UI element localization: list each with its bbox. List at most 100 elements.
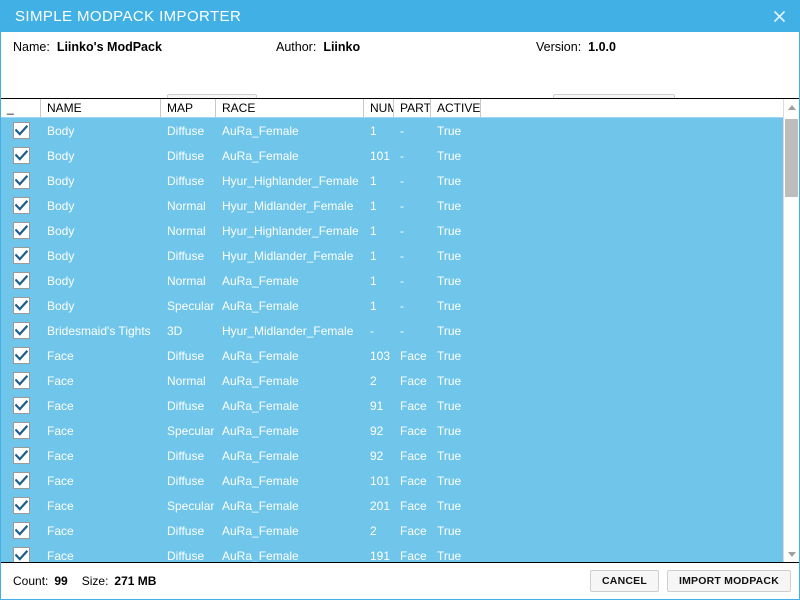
scroll-down-icon[interactable] <box>784 546 799 562</box>
checkbox-checked-icon[interactable] <box>12 472 30 489</box>
cell-race: Hyur_Midlander_Female <box>222 323 354 338</box>
table-row[interactable]: Face Diffuse AuRa_Female 2 Face True <box>1 518 799 543</box>
table-scrollbar[interactable] <box>783 99 799 562</box>
column-header-part[interactable]: PART <box>394 99 431 117</box>
checkbox-checked-icon[interactable] <box>12 322 30 339</box>
modpack-version-value: 1.0.0 <box>588 40 616 54</box>
row-checkbox[interactable] <box>1 147 41 164</box>
checkbox-checked-icon[interactable] <box>12 397 30 414</box>
cell-race: Hyur_Highlander_Female <box>222 223 359 238</box>
scrollbar-track[interactable] <box>784 115 799 546</box>
cell-num: 1 <box>370 223 377 238</box>
cell-map: Normal <box>167 373 206 388</box>
row-checkbox[interactable] <box>1 172 41 189</box>
checkbox-checked-icon[interactable] <box>12 497 30 514</box>
checkbox-checked-icon[interactable] <box>12 297 30 314</box>
checkbox-checked-icon[interactable] <box>12 347 30 364</box>
cell-name: Face <box>47 523 74 538</box>
row-checkbox[interactable] <box>1 472 41 489</box>
cell-num: 191 <box>370 548 391 563</box>
checkbox-checked-icon[interactable] <box>12 522 30 539</box>
cell-num: 1 <box>370 298 377 313</box>
row-checkbox[interactable] <box>1 497 41 514</box>
scrollbar-thumb[interactable] <box>785 119 798 197</box>
row-checkbox[interactable] <box>1 322 41 339</box>
column-header-active[interactable]: ACTIVE <box>431 99 481 117</box>
scroll-up-icon[interactable] <box>784 99 799 115</box>
checkbox-checked-icon[interactable] <box>12 247 30 264</box>
modpack-version-field: Version: 1.0.0 <box>536 40 616 54</box>
table-row[interactable]: Face Specular AuRa_Female 92 Face True <box>1 418 799 443</box>
table-row[interactable]: Face Specular AuRa_Female 201 Face True <box>1 493 799 518</box>
table-row[interactable]: Bridesmaid's Tights 3D Hyur_Midlander_Fema… <box>1 318 799 343</box>
cancel-button[interactable]: CANCEL <box>590 569 659 593</box>
table-row[interactable]: Face Diffuse AuRa_Female 91 Face True <box>1 393 799 418</box>
row-checkbox[interactable] <box>1 547 41 562</box>
table-row[interactable]: Body Diffuse Hyur_Midlander_Female 1 - True <box>1 243 799 268</box>
table-row[interactable]: Body Normal Hyur_Highlander_Female 1 - True <box>1 218 799 243</box>
cell-part: Face <box>400 398 427 413</box>
close-icon[interactable] <box>759 1 799 32</box>
cell-active: True <box>437 498 462 513</box>
checkbox-checked-icon[interactable] <box>12 172 30 189</box>
row-checkbox[interactable] <box>1 247 41 264</box>
checkbox-checked-icon[interactable] <box>12 222 30 239</box>
cell-race: AuRa_Female <box>222 548 299 563</box>
table-row[interactable]: Face Diffuse AuRa_Female 191 Face True <box>1 543 799 562</box>
cell-active: True <box>437 473 462 488</box>
checkbox-checked-icon[interactable] <box>12 197 30 214</box>
table-row[interactable]: Body Diffuse Hyur_Highlander_Female 1 - True <box>1 168 799 193</box>
row-checkbox[interactable] <box>1 297 41 314</box>
checkbox-checked-icon[interactable] <box>12 122 30 139</box>
table-row[interactable]: Body Normal AuRa_Female 1 - True <box>1 268 799 293</box>
row-checkbox[interactable] <box>1 372 41 389</box>
checkbox-checked-icon[interactable] <box>12 372 30 389</box>
table-row[interactable]: Body Diffuse AuRa_Female 1 - True <box>1 118 799 143</box>
row-checkbox[interactable] <box>1 347 41 364</box>
table-row[interactable]: Face Diffuse AuRa_Female 101 Face True <box>1 468 799 493</box>
import-modpack-button[interactable]: IMPORT MODPACK <box>666 569 791 593</box>
column-header-name[interactable]: NAME <box>41 99 161 117</box>
cell-name: Body <box>47 148 75 163</box>
cell-active: True <box>437 548 462 563</box>
row-checkbox[interactable] <box>1 422 41 439</box>
column-header-map[interactable]: MAP <box>161 99 216 117</box>
cell-map: Normal <box>167 198 206 213</box>
table-row[interactable]: Body Normal Hyur_Midlander_Female 1 - True <box>1 193 799 218</box>
row-checkbox[interactable] <box>1 222 41 239</box>
table-row[interactable]: Face Normal AuRa_Female 2 Face True <box>1 368 799 393</box>
cell-race: AuRa_Female <box>222 498 299 513</box>
cell-name: Body <box>47 223 75 238</box>
row-checkbox[interactable] <box>1 272 41 289</box>
checkbox-checked-icon[interactable] <box>12 147 30 164</box>
cell-part: - <box>400 248 404 263</box>
table-row[interactable]: Body Diffuse AuRa_Female 101- True <box>1 143 799 168</box>
modpack-version-label: Version: <box>536 40 582 54</box>
checkbox-checked-icon[interactable] <box>12 272 30 289</box>
cell-race: Hyur_Midlander_Female <box>222 248 354 263</box>
table-row[interactable]: Face Diffuse AuRa_Female 92 Face True <box>1 443 799 468</box>
cell-race: Hyur_Highlander_Female <box>222 173 359 188</box>
column-header-race[interactable]: RACE <box>216 99 364 117</box>
row-checkbox[interactable] <box>1 397 41 414</box>
cell-active: True <box>437 423 462 438</box>
checkbox-checked-icon[interactable] <box>12 447 30 464</box>
cell-race: AuRa_Female <box>222 273 299 288</box>
checkbox-checked-icon[interactable] <box>12 547 30 562</box>
row-checkbox[interactable] <box>1 197 41 214</box>
cell-active: True <box>437 173 462 188</box>
row-checkbox[interactable] <box>1 122 41 139</box>
cell-map: Diffuse <box>167 173 205 188</box>
footer-bar: Count: 99 Size: 271 MB CANCEL IMPORT MOD… <box>1 563 799 599</box>
cell-name: Face <box>47 373 74 388</box>
table-row[interactable]: Face Diffuse AuRa_Female 103 Face True <box>1 343 799 368</box>
checkbox-checked-icon[interactable] <box>12 422 30 439</box>
table-row[interactable]: Body Specular AuRa_Female 1 - True <box>1 293 799 318</box>
column-header-select[interactable]: _ <box>1 99 41 117</box>
row-checkbox[interactable] <box>1 522 41 539</box>
column-header-num[interactable]: NUM <box>364 99 394 117</box>
row-checkbox[interactable] <box>1 447 41 464</box>
cell-part: Face <box>400 498 427 513</box>
cell-active: True <box>437 248 462 263</box>
cell-name: Body <box>47 273 75 288</box>
